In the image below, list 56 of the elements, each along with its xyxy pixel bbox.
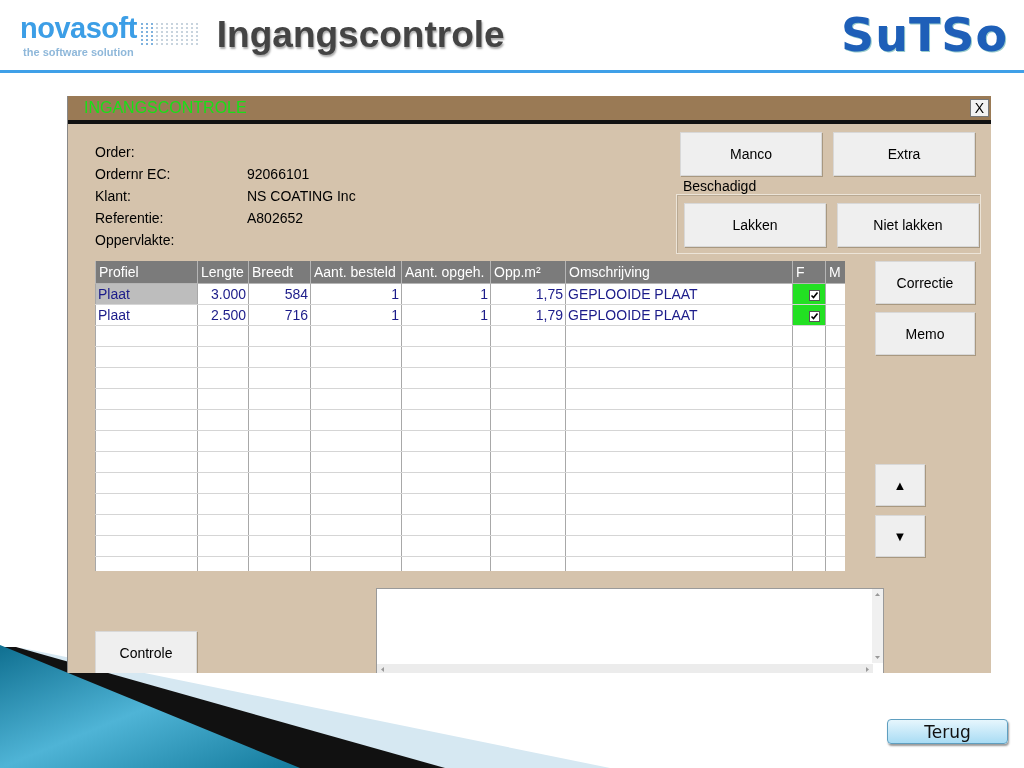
table-cell: 1 xyxy=(401,283,491,305)
move-up-button[interactable]: ▲ xyxy=(875,464,925,506)
table-cell: 584 xyxy=(248,283,311,305)
table-cell: 2.500 xyxy=(197,304,249,326)
action-button[interactable]: Memo xyxy=(875,312,975,355)
slide-title: Ingangscontrole xyxy=(216,14,505,56)
column-header[interactable]: Profiel xyxy=(95,261,198,284)
table-cell: GEPLOOIDE PLAAT xyxy=(565,283,793,305)
table-cell[interactable]: Plaat xyxy=(95,283,198,305)
field-label: Referentie: xyxy=(95,210,165,226)
move-down-button[interactable]: ▼ xyxy=(875,515,925,557)
field-value: A802652 xyxy=(247,210,305,226)
column-header[interactable]: Breedt xyxy=(248,261,311,284)
logo-name: novasoft xyxy=(20,12,137,45)
table-cell: 1 xyxy=(401,304,491,326)
column-header[interactable]: Omschrijving xyxy=(565,261,793,284)
table-cell: 716 xyxy=(248,304,311,326)
scroll-left-icon[interactable] xyxy=(380,667,385,672)
close-button[interactable]: X xyxy=(969,99,989,117)
field-label: Oppervlakte: xyxy=(95,232,176,248)
action-button[interactable]: Manco xyxy=(680,132,822,176)
table-cell: 3.000 xyxy=(197,283,249,305)
group-label: Beschadigd xyxy=(683,178,757,194)
table-cell: 1,79 xyxy=(490,304,566,326)
action-button[interactable]: Lakken xyxy=(684,203,826,247)
scroll-right-icon[interactable] xyxy=(865,667,870,672)
logo-tagline: the software solution xyxy=(23,46,134,58)
field-label: Order: xyxy=(95,144,136,160)
memo-field[interactable] xyxy=(376,588,884,673)
table-cell[interactable]: Plaat xyxy=(95,304,198,326)
action-button[interactable]: Correctie xyxy=(875,261,975,304)
field-label: Klant: xyxy=(95,188,132,204)
window-title: INGANGSCONTROLE xyxy=(83,99,247,117)
table-cell: 1 xyxy=(310,283,402,305)
column-header[interactable]: Aant. besteld xyxy=(310,261,402,284)
action-button[interactable]: Controle xyxy=(95,631,197,673)
scroll-down-icon[interactable] xyxy=(875,655,880,660)
action-button[interactable]: Extra xyxy=(833,132,975,176)
table-cell: 1 xyxy=(310,304,402,326)
back-button[interactable]: Terug xyxy=(887,719,1008,744)
checkbox[interactable] xyxy=(809,289,820,301)
column-header[interactable]: Aant. opgeh. xyxy=(401,261,491,284)
brand-logo: SuTSo xyxy=(841,8,1008,62)
table-cell: GEPLOOIDE PLAAT xyxy=(565,304,793,326)
field-value: 92066101 xyxy=(247,166,311,182)
field-label: Ordernr EC: xyxy=(95,166,172,182)
logo-dots-drawing xyxy=(140,22,199,48)
column-header[interactable]: F xyxy=(792,261,826,284)
column-header[interactable]: M xyxy=(825,261,845,284)
field-value: NS COATING Inc xyxy=(247,188,356,204)
scroll-up-icon[interactable] xyxy=(875,592,880,597)
column-header[interactable]: Lengte xyxy=(197,261,249,284)
table-cell: 1,75 xyxy=(490,283,566,305)
action-button[interactable]: Niet lakken xyxy=(837,203,979,247)
column-header[interactable]: Opp.m² xyxy=(490,261,566,284)
checkbox[interactable] xyxy=(809,310,820,322)
